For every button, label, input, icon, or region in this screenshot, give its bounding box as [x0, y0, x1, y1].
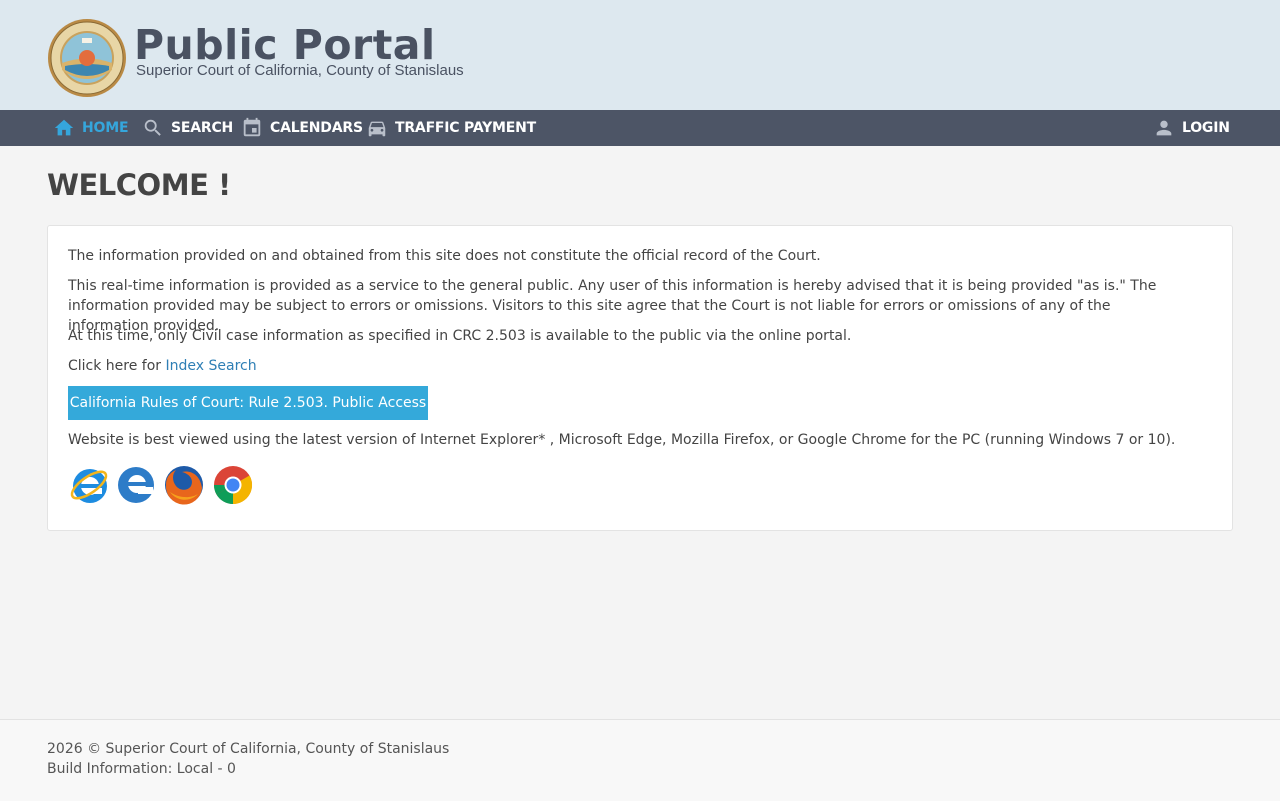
- build-info-text: Build Information: Local - 0: [47, 761, 236, 777]
- site-footer: 2026 © Superior Court of California, Cou…: [0, 719, 1280, 801]
- nav-search-label: SEARCH: [171, 120, 234, 136]
- firefox-icon: [165, 466, 203, 505]
- main-nav: HOME SEARCH CALENDARS TRAFFIC PAYMENT LO…: [0, 110, 1280, 146]
- site-header: Public Portal Superior Court of Californ…: [0, 0, 1280, 110]
- civil-case-info-text: At this time, only Civil case informatio…: [68, 328, 852, 344]
- nav-calendars[interactable]: CALENDARS: [241, 110, 363, 146]
- calendar-icon: [243, 117, 261, 137]
- car-icon: [368, 121, 386, 137]
- welcome-panel: The information provided on and obtained…: [47, 225, 1233, 531]
- nav-home[interactable]: HOME: [53, 110, 129, 146]
- nav-home-label: HOME: [82, 120, 129, 136]
- browser-icons: [68, 464, 254, 506]
- site-subtitle: Superior Court of California, County of …: [136, 62, 464, 79]
- rules-of-court-button[interactable]: California Rules of Court: Rule 2.503. P…: [68, 386, 428, 420]
- nav-traffic-payment[interactable]: TRAFFIC PAYMENT: [366, 110, 536, 146]
- home-icon: [54, 119, 74, 136]
- nav-login[interactable]: LOGIN: [1153, 110, 1230, 146]
- court-seal-logo: [48, 19, 126, 97]
- disclaimer-text: The information provided on and obtained…: [68, 248, 821, 264]
- browser-recommendation-text: Website is best viewed using the latest …: [68, 432, 1176, 448]
- nav-calendars-label: CALENDARS: [270, 120, 363, 136]
- search-icon: [144, 119, 161, 136]
- index-search-link[interactable]: Index Search: [166, 358, 257, 374]
- copyright-text: 2026 © Superior Court of California, Cou…: [47, 741, 450, 757]
- user-icon: [1156, 120, 1172, 136]
- nav-traffic-label: TRAFFIC PAYMENT: [395, 120, 537, 136]
- chrome-icon: [213, 466, 253, 505]
- internet-explorer-icon: [70, 469, 108, 503]
- page-title: WELCOME !: [47, 168, 231, 202]
- edge-icon: [118, 467, 154, 503]
- nav-login-label: LOGIN: [1182, 120, 1230, 136]
- nav-search[interactable]: SEARCH: [142, 110, 233, 146]
- index-search-line: Click here for Index Search: [68, 356, 1178, 376]
- index-search-prefix: Click here for: [68, 358, 166, 374]
